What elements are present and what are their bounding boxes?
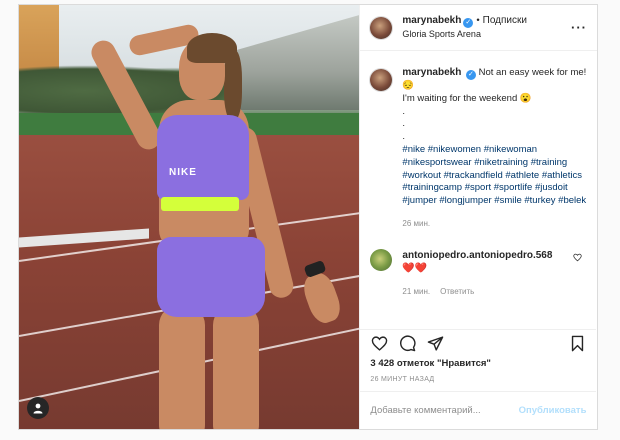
comment-icon[interactable] (398, 335, 416, 353)
reply-button[interactable]: Ответить (440, 287, 474, 296)
verified-badge-icon: ✓ (465, 70, 476, 80)
athlete-sports-bra (157, 115, 249, 200)
speech-bubble-icon (399, 335, 416, 352)
separator-dot: • (476, 15, 480, 26)
likes-count[interactable]: 3 428 отметок "Нравится" (370, 358, 491, 369)
instagram-post: NIKE marynabekh ✓ • Подписки Gloria Sports … (18, 4, 598, 430)
save-bookmark-icon (571, 335, 584, 352)
author-info: marynabekh ✓ • Подписки Gloria Sports Arena (402, 14, 571, 41)
comment-body: antoniopedro.antoniopedro.568 ❤️❤️ 21 ми… (402, 249, 552, 298)
page: NIKE marynabekh ✓ • Подписки Gloria Sports … (0, 0, 620, 440)
tagged-user-icon[interactable] (27, 397, 49, 419)
paper-plane-icon[interactable] (426, 335, 444, 353)
caption-dot: . (402, 105, 406, 117)
post-timestamp[interactable]: 26 МИНУТ НАЗАД (370, 376, 434, 383)
follow-button[interactable]: Подписки (483, 15, 527, 26)
comments-section: marynabekh ✓ Not an easy week for me! 😔 … (360, 67, 596, 329)
comment-meta: 21 мин. Ответить (402, 285, 552, 298)
athlete-leg (159, 305, 205, 429)
athlete-leg (213, 305, 259, 429)
post-header: marynabekh ✓ • Подписки Gloria Sports Arena… (360, 5, 597, 51)
heart-icon[interactable] (370, 335, 388, 353)
bookmark-icon[interactable] (568, 335, 586, 353)
like-heart-icon (371, 336, 388, 351)
caption-body: marynabekh ✓ Not an easy week for me! 😔 … (402, 67, 586, 231)
caption-username[interactable]: marynabekh (402, 67, 461, 78)
person-icon (33, 403, 43, 414)
comment-text: ❤️❤️ (402, 262, 428, 274)
caption-dot: . (402, 118, 406, 130)
commenter-avatar[interactable] (370, 248, 393, 271)
post-location[interactable]: Gloria Sports Arena (402, 28, 571, 41)
post-caption: marynabekh ✓ Not an easy week for me! 😔 … (370, 67, 586, 231)
comment-like-heart-icon[interactable] (573, 253, 583, 264)
more-horizontal-icon[interactable]: ··· (571, 20, 587, 35)
share-icon (427, 336, 444, 351)
post-actions-bar (360, 329, 597, 357)
post-photo[interactable]: NIKE (19, 5, 360, 429)
athlete-shorts (157, 237, 265, 317)
author-username[interactable]: marynabekh (402, 15, 461, 26)
caption-dot: . (402, 131, 406, 143)
caption-time: 26 мин. (402, 218, 431, 228)
commenter-username[interactable]: antoniopedro.antoniopedro.568 (402, 250, 552, 261)
author-avatar[interactable] (370, 16, 393, 39)
athlete-waistband (161, 197, 239, 211)
comment-time: 21 мин. (402, 286, 431, 296)
post-sidebar: marynabekh ✓ • Подписки Gloria Sports Arena… (359, 5, 597, 429)
verified-badge-icon: ✓ (463, 18, 474, 28)
publish-button[interactable]: Опубликовать (519, 405, 587, 416)
add-comment-bar: Опубликовать (360, 391, 597, 429)
comment-item: antoniopedro.antoniopedro.568 ❤️❤️ 21 ми… (370, 248, 586, 298)
caption-line-2: I'm waiting for the weekend 😮 (402, 92, 532, 104)
comment-input[interactable] (370, 405, 519, 416)
caption-hashtags[interactable]: #nike #nikewomen #nikewoman #nikesportsw… (402, 144, 586, 208)
caption-author-avatar[interactable] (370, 69, 393, 91)
heart-outline-icon (573, 253, 583, 262)
photo-brand-text: NIKE (169, 167, 197, 178)
athlete-hair (187, 33, 237, 63)
